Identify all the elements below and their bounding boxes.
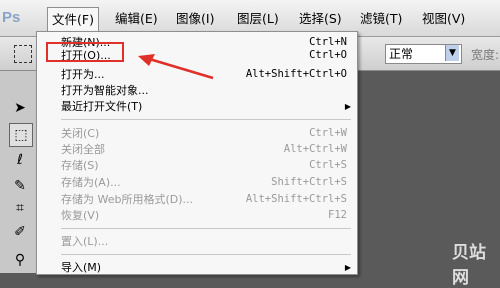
menu-filter[interactable]: 滤镜(T) [356,9,406,29]
submenu-arrow-icon: ▶ [344,263,351,272]
menu-item-save-as: 存储为(A)... Shift+Ctrl+S [61,176,347,189]
file-menu-dropdown: 新建(N)... Ctrl+N 打开(O)... Ctrl+O 打开为... A… [36,31,358,275]
chevron-down-icon[interactable]: ▼ [445,45,459,61]
menu-item-place: 置入(L)... [61,235,109,248]
menu-item-import[interactable]: 导入(M) ▶ [37,259,357,276]
menu-item-save-for-web: 存储为 Web所用格式(D)... Alt+Shift+Ctrl+S [61,193,347,206]
watermark: 贝站网 [452,243,486,288]
menu-select[interactable]: 选择(S) [295,9,346,29]
tools-panel: ➤ ⬚ ℓ ✎ ⌗ ✐ ⚲ [0,71,39,273]
brush-tool-icon[interactable]: ⚲ [9,249,31,271]
submenu-arrow-icon: ▶ [344,102,351,111]
menu-edit[interactable]: 编辑(E) [111,9,162,29]
menu-item-open-as[interactable]: 打开为... Alt+Shift+Ctrl+O [37,66,357,83]
marquee-tool-icon[interactable] [14,45,32,63]
move-tool-icon[interactable]: ➤ [9,97,31,119]
menu-item-close: 关闭(C) Ctrl+W [61,127,347,140]
menu-item-open-smart-object[interactable]: 打开为智能对象... [37,82,357,99]
menu-separator [61,228,351,229]
lasso-tool-icon[interactable]: ℓ [9,149,31,171]
rect-marquee-tool-icon[interactable]: ⬚ [9,123,33,147]
menu-layer[interactable]: 图层(L) [233,9,283,29]
menu-view[interactable]: 视图(V) [418,9,469,29]
menu-image[interactable]: 图像(I) [172,9,218,29]
menu-file[interactable]: 文件(F) [47,7,99,32]
menu-separator [61,119,351,120]
menu-separator [61,254,351,255]
width-label: 宽度: [471,48,500,62]
menu-item-save: 存储(S) Ctrl+S [61,159,347,172]
menu-item-revert: 恢复(V) F12 [61,209,347,222]
photoshop-logo: Ps [2,9,21,26]
eyedropper-tool-icon[interactable]: ✐ [9,221,31,243]
menu-item-recent[interactable]: 最近打开文件(T) ▶ [37,98,357,115]
quick-select-tool-icon[interactable]: ✎ [9,175,31,197]
open-highlight-box [46,42,124,62]
menu-item-close-all: 关闭全部 Alt+Ctrl+W [61,143,347,156]
crop-tool-icon[interactable]: ⌗ [9,197,31,219]
